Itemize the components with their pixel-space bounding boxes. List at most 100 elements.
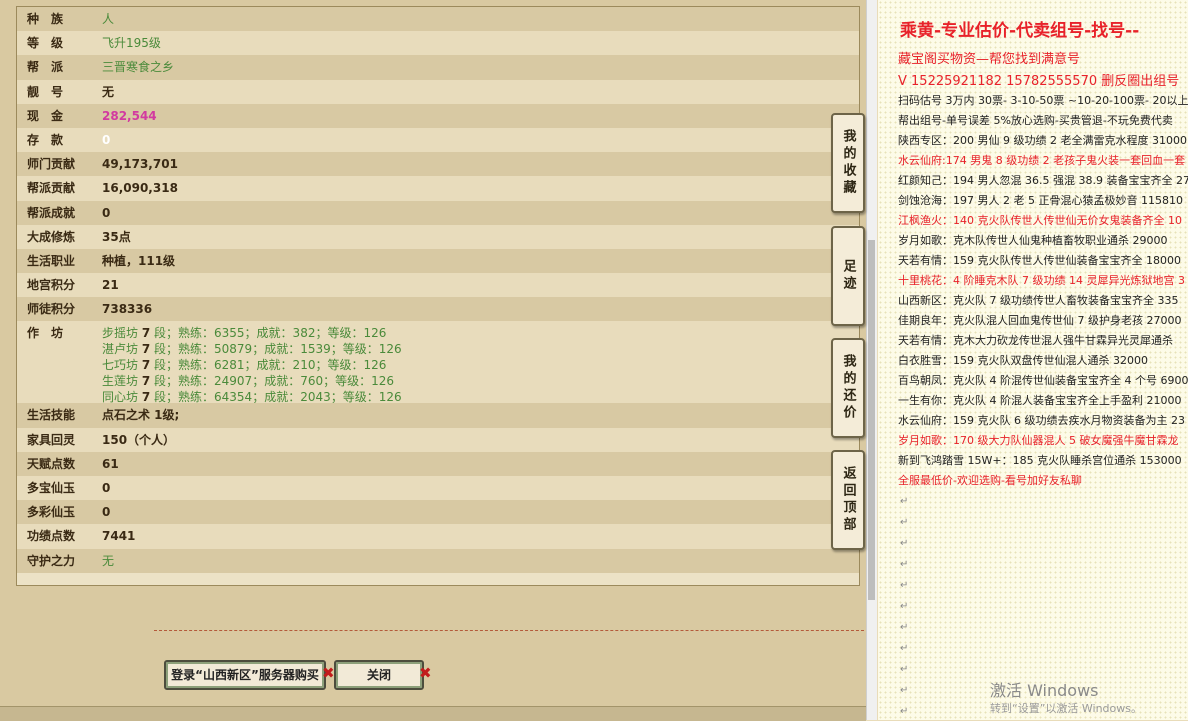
doc-title: 乘黄-专业估价-代卖组号-找号--: [900, 21, 1140, 41]
info-row: 帮 派 三晋寒食之乡: [17, 55, 859, 80]
info-row: 家具回灵 150（个人）: [17, 427, 859, 452]
doc-line: 一生有你：克火队 4 阶混人装备宝宝齐全上手盈利 21000: [898, 394, 1182, 407]
info-row: 靓 号无: [17, 79, 859, 104]
paragraph-mark: ↵: [900, 559, 909, 570]
doc-line: 帮出组号-单号误差 5%放心选购-买贵管退-不玩免费代卖: [898, 114, 1173, 127]
scrollbar-thumb[interactable]: [868, 240, 875, 600]
workshop-tier: 7: [141, 326, 151, 341]
info-label: 帮派成就: [27, 205, 76, 220]
document-page: 乘黄-专业估价-代卖组号-找号-- 藏宝阁买物资—帮您找到满意号 V 152259…: [878, 0, 1188, 720]
character-info-table: 种 族人等 级飞升195级帮 派三晋寒食之乡靓 号无现 金 282,544 存 款0…: [16, 6, 860, 586]
info-row: 存 款 0: [17, 127, 859, 153]
doc-line: 全服最低价-欢迎选购-看号加好友私聊: [898, 474, 1082, 487]
document-pane: 乘黄-专业估价-代卖组号-找号-- 藏宝阁买物资—帮您找到满意号 V 152259…: [878, 0, 1188, 720]
info-value: 0: [102, 505, 111, 520]
bottom-bar: [0, 706, 866, 721]
doc-line: 十里桃花：4 阶睡克木队 7 级功绩 14 灵犀异光炼狱地宫 3: [898, 274, 1185, 287]
info-value: 点石之术 1级;: [102, 408, 180, 423]
info-value: 282,544: [102, 108, 157, 123]
info-row: 现 金 282,544: [17, 103, 859, 128]
workshop-tier: 7: [141, 342, 151, 357]
paragraph-mark: ↵: [900, 538, 909, 549]
info-value: 21: [102, 278, 119, 293]
info-value: 无: [102, 84, 115, 99]
info-value: 7441: [102, 529, 136, 544]
workshop-name: 步摇坊: [102, 326, 139, 341]
doc-line: 水云仙府:174 男鬼 8 级功绩 2 老孩子鬼火装一套回血一套: [898, 154, 1186, 167]
paragraph-mark: ↵: [900, 580, 909, 591]
paragraph-mark: ↵: [900, 664, 909, 675]
info-value: 61: [102, 456, 119, 471]
workshop-tier: 7: [141, 358, 151, 373]
doc-line: V 15225921182 15782555570 删反圈出组号: [898, 74, 1180, 89]
workshop-stats: 段；熟练：50879；成就：1539；等级：126: [150, 342, 402, 357]
info-label: 多宝仙玉: [27, 481, 76, 495]
info-row: 功绩点数 7441: [17, 524, 859, 549]
workshop-line: 湛卢坊 7 段；熟练：50879；成就：1539；等级：126: [102, 341, 402, 357]
close-button[interactable]: 关闭: [334, 660, 424, 690]
paragraph-mark: ↵: [900, 685, 909, 696]
info-label: 存 款: [27, 132, 64, 147]
workshop-row: 作 坊步摇坊 7 段；熟练：6355；成就：382；等级：126 湛卢坊 7 段；…: [17, 321, 859, 405]
doc-line: 天若有情：克木大力砍龙传世混人强牛甘霖异光灵犀通杀: [898, 334, 1173, 347]
info-value: 150（个人）: [102, 432, 176, 447]
close-x-icon: ✖: [322, 664, 335, 682]
doc-line: 江枫渔火：140 克火队传世人传世仙无价女鬼装备齐全 10: [898, 214, 1182, 227]
info-row: 等 级 飞升195级: [17, 31, 859, 56]
doc-line: 水云仙府：159 克火队 6 级功绩去疾水月物资装备为主 23: [898, 414, 1185, 427]
info-value: 种植，111级: [102, 253, 176, 268]
info-label: 生活技能: [27, 408, 76, 423]
activate-windows-title: 激活 Windows: [990, 681, 1099, 700]
info-row: 地宫积分 21: [17, 273, 859, 298]
info-label: 大成修炼: [27, 229, 76, 244]
doc-line: 剑蚀沧海：197 男人 2 老 5 正骨混心猿孟极妙音 115810: [898, 194, 1183, 207]
info-row: 帮派成就 0: [17, 200, 859, 225]
workshop-stats: 段；熟练：64354；成就：2043；等级：126: [150, 390, 402, 405]
activate-windows-hint: 转到“设置”以激活 Windows。: [990, 702, 1142, 715]
info-label: 多彩仙玉: [27, 505, 76, 520]
doc-line: 陕西专区：200 男仙 9 级功绩 2 老全满雷克水程度 31000: [898, 134, 1187, 147]
info-row: 师徒积分 738336: [17, 297, 859, 322]
workshop-line: 步摇坊 7 段；熟练：6355；成就：382；等级：126: [102, 325, 386, 341]
workshop-line: 七巧坊 7 段；熟练：6281；成就：210；等级：126: [102, 357, 386, 373]
workshop-tier: 7: [141, 390, 151, 405]
close-x-icon: ✖: [419, 664, 432, 682]
workshop-stats: 段；熟练：24907；成就：760；等级：126: [150, 374, 395, 389]
info-label: 地宫积分: [27, 278, 76, 293]
doc-line: 佳期良年：克火队混人回血鬼传世仙 7 级护身老孩 27000: [898, 314, 1182, 327]
info-value: 16,090,318: [102, 181, 178, 196]
paragraph-mark: ↵: [900, 601, 909, 612]
doc-line: 白衣胜雪：159 克火队双盘传世仙混人通杀 32000: [898, 354, 1148, 367]
workshop-name: 七巧坊: [102, 358, 139, 373]
workshop-stats: 段；熟练：6281；成就：210；等级：126: [150, 358, 387, 373]
doc-line: 天若有情：159 克火队传世人传世仙装备宝宝齐全 18000: [898, 254, 1181, 267]
info-value: 738336: [102, 302, 153, 317]
info-label: 功绩点数: [27, 529, 76, 544]
info-label: 等 级: [27, 36, 64, 51]
back-to-top-button[interactable]: 返回顶部: [831, 450, 865, 550]
my-counter-offer-button[interactable]: 我的还价: [831, 338, 865, 438]
info-label: 师门贡献: [27, 157, 76, 172]
info-value: 飞升195级: [102, 36, 161, 51]
info-row: 生活职业 种植，111级: [17, 248, 859, 274]
info-row: 多宝仙玉 0: [17, 476, 859, 501]
info-row: 天赋点数 61: [17, 451, 859, 476]
dashed-divider: [154, 630, 864, 631]
info-row: 大成修炼 35点: [17, 224, 859, 249]
info-row: 多彩仙玉 0: [17, 500, 859, 525]
doc-line: 山西新区：克火队 7 级功绩传世人畜牧装备宝宝齐全 335: [898, 294, 1179, 307]
doc-line: 红颜知己：194 男人忽混 36.5 强混 38.9 装备宝宝齐全 270: [898, 174, 1188, 187]
workshop-name: 湛卢坊: [102, 342, 139, 357]
my-favorites-button[interactable]: 我的收藏: [831, 113, 865, 213]
login-buy-button[interactable]: 登录“山西新区”服务器购买: [164, 660, 326, 690]
info-row: 种 族人: [17, 7, 859, 32]
doc-line: 岁月如歌：170 级大力队仙器混人 5 破女魔强牛魔甘霖龙: [898, 434, 1179, 447]
doc-line: 藏宝阁买物资—帮您找到满意号: [898, 52, 1081, 67]
doc-line: 扫码估号 3万内 30票- 3-10-50票 ~10-20-100票- 20以上: [898, 94, 1188, 107]
info-label: 现 金: [27, 108, 64, 123]
info-label: 靓 号: [27, 84, 64, 99]
footprint-button[interactable]: 足迹: [831, 226, 865, 326]
workshop-stats: 段；熟练：6355；成就：382；等级：126: [150, 326, 387, 341]
info-label: 种 族: [27, 12, 64, 26]
workshop-tier: 7: [141, 374, 151, 389]
